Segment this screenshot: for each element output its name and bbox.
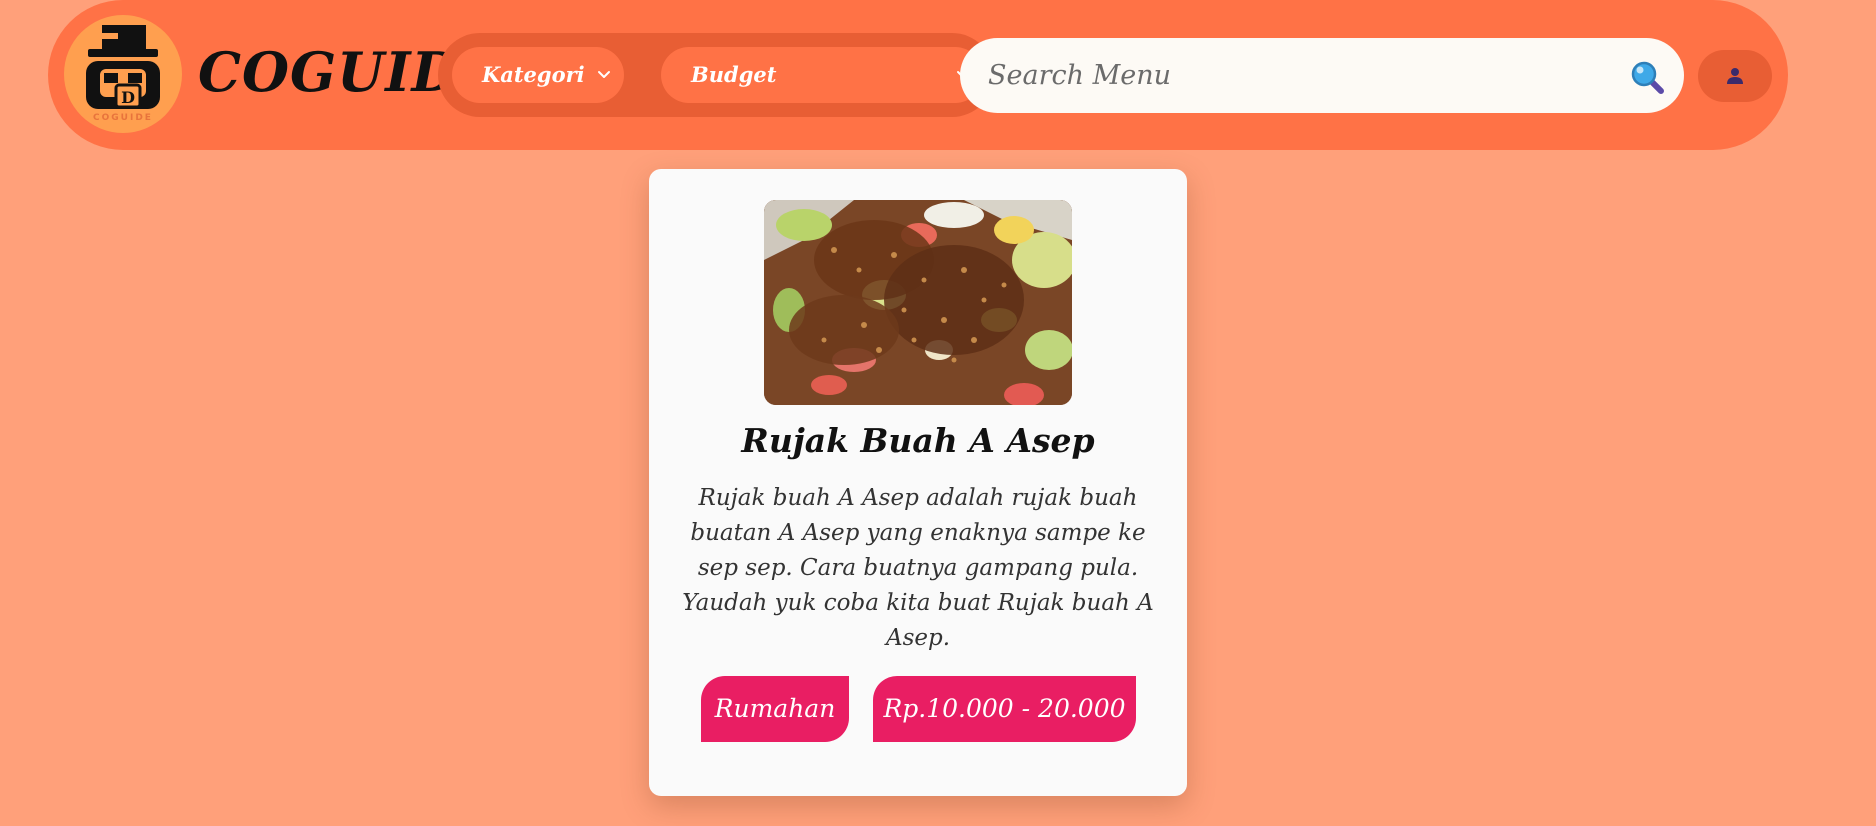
- budget-dropdown[interactable]: Budget: [661, 47, 983, 103]
- category-tag[interactable]: Rumahan: [701, 676, 849, 742]
- menu-title: Rujak Buah A Asep: [741, 421, 1095, 460]
- budget-dropdown-label: Budget: [691, 62, 777, 87]
- chevron-down-icon: [598, 71, 610, 78]
- menu-description: Rujak buah A Asep adalah rujak buah buat…: [682, 485, 1154, 651]
- menu-card[interactable]: Rujak Buah A Asep Rujak buah A Asep adal…: [649, 169, 1187, 796]
- navbar: D COGUIDE COGUIDE Kategori Budget: [48, 0, 1788, 150]
- price-tag[interactable]: Rp.10.000 - 20.000: [873, 676, 1136, 742]
- logo-caption: COGUIDE: [93, 113, 153, 123]
- filter-group: Kategori Budget: [438, 33, 994, 117]
- search-box: [960, 38, 1684, 113]
- user-icon: [1727, 68, 1743, 84]
- category-dropdown[interactable]: Kategori: [452, 47, 624, 103]
- food-image: [764, 200, 1072, 405]
- search-input[interactable]: [960, 38, 1684, 113]
- logo[interactable]: D COGUIDE: [64, 15, 182, 133]
- svg-text:D: D: [121, 88, 135, 107]
- search-icon[interactable]: [1630, 60, 1664, 94]
- user-profile-button[interactable]: [1698, 50, 1772, 102]
- food-photo-illustration: [764, 200, 1072, 405]
- category-dropdown-label: Kategori: [482, 62, 585, 87]
